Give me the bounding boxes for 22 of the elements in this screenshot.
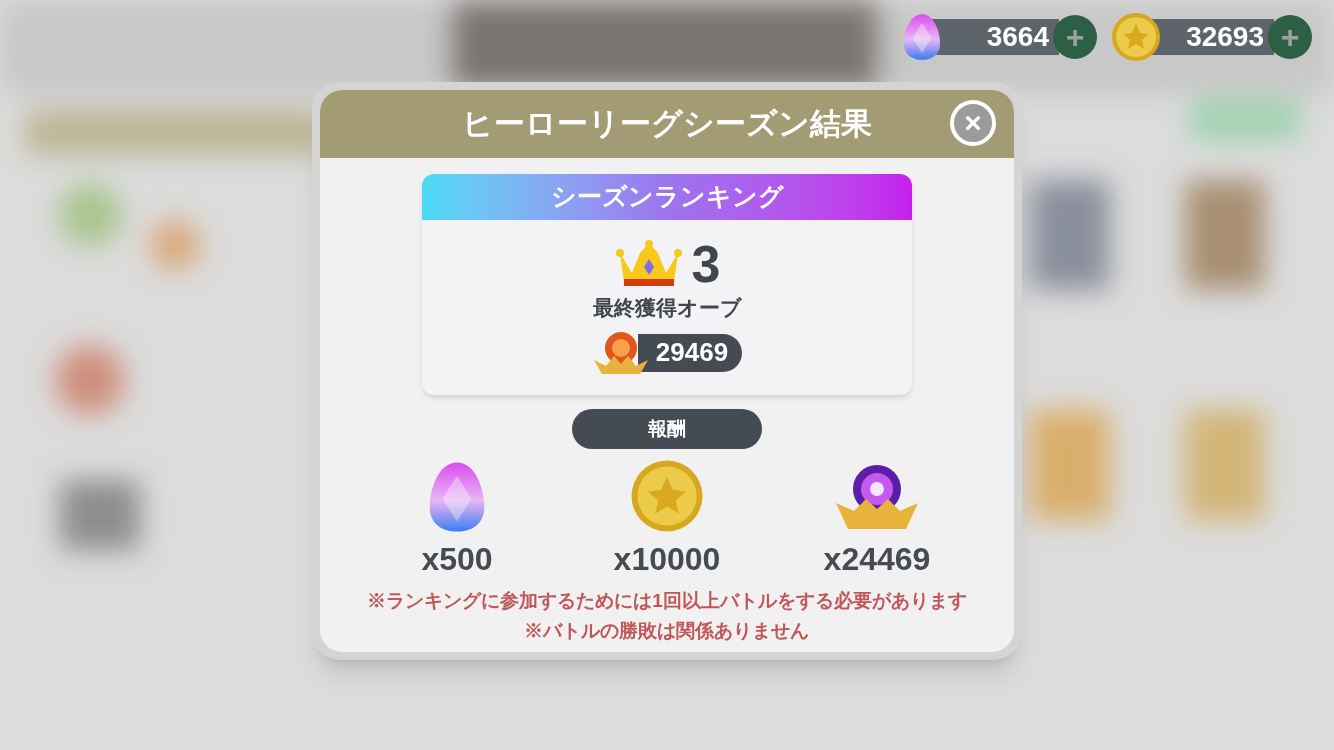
blurred-avatar — [150, 220, 200, 270]
reward-amount: x500 — [421, 540, 493, 579]
orb-label: 最終獲得オーブ — [592, 295, 742, 321]
dialog-title: ヒーローリーグシーズン結果 — [462, 104, 872, 143]
reward-amount: x10000 — [613, 540, 721, 579]
blurred-avatar — [55, 345, 125, 415]
crown-icon — [613, 239, 684, 289]
gem-icon — [903, 12, 941, 62]
star-coin-icon — [1111, 12, 1161, 62]
note-text: ※バトルの勝敗は関係ありません — [524, 618, 810, 643]
currency-amount: 32693 — [1149, 19, 1274, 55]
close-button[interactable]: × — [950, 100, 996, 146]
reward-amount: x24469 — [823, 540, 931, 579]
note-text: ※ランキングに参加するためには1回以上バトルをする必要があります — [367, 589, 967, 613]
blurred-avatar — [58, 183, 122, 247]
star-coin-icon — [630, 459, 704, 533]
orb-amount: 29469 — [637, 333, 743, 372]
rank-number: 3 — [691, 238, 721, 290]
ranking-title: シーズンランキング — [422, 174, 912, 220]
gem-icon — [428, 461, 486, 533]
rewards-heading: 報酬 — [572, 409, 762, 449]
currency-amount: 3664 — [929, 19, 1059, 55]
